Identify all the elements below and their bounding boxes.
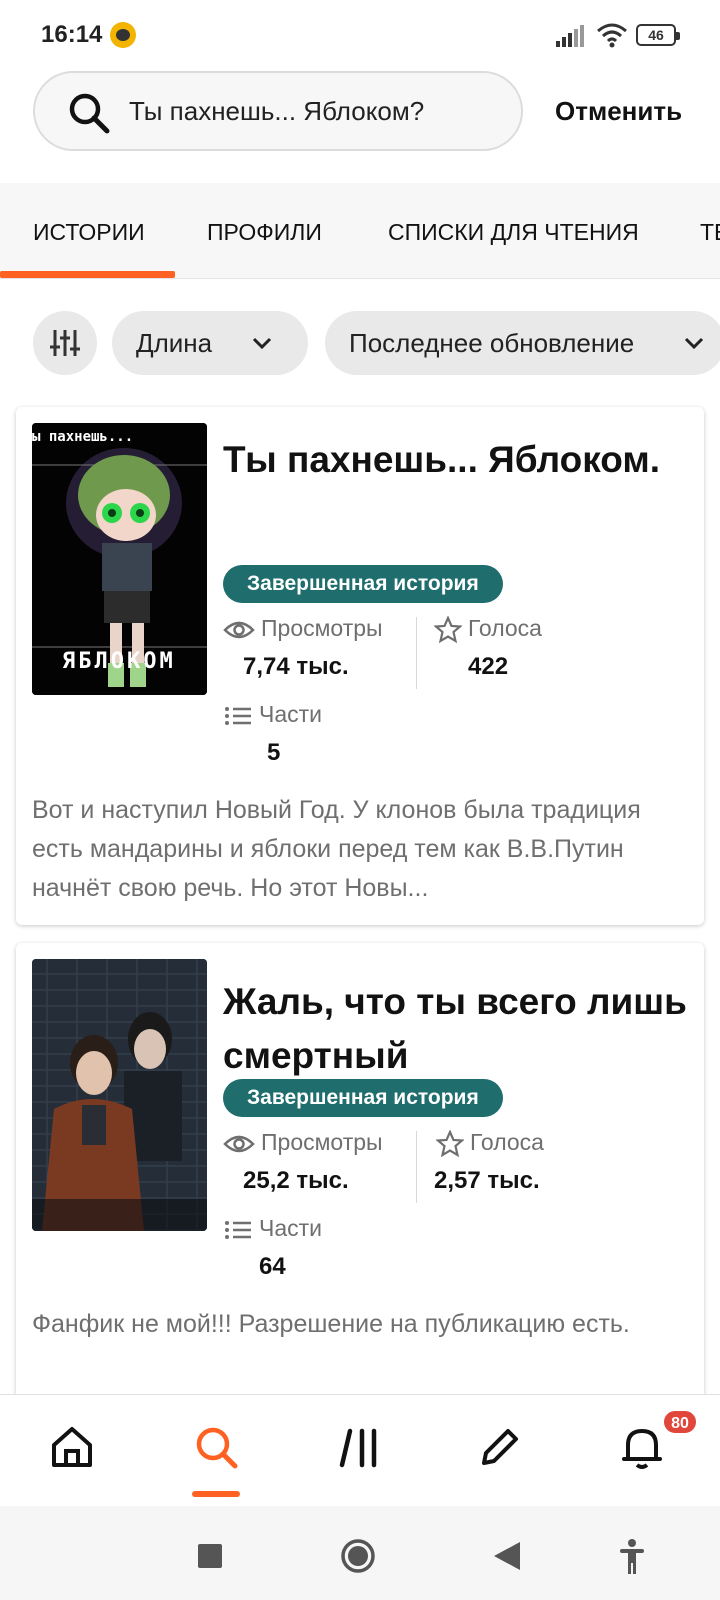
sliders-icon (50, 330, 80, 356)
signal-icon (556, 25, 584, 47)
recents-icon[interactable] (198, 1544, 222, 1568)
chevron-down-icon (684, 337, 704, 350)
votes-label: Голоса (470, 1129, 544, 1155)
list-icon (225, 1220, 251, 1239)
status-bar: 16:14 46 (0, 0, 720, 68)
cancel-button[interactable]: Отменить (555, 96, 682, 127)
length-filter-label: Длина (136, 328, 213, 358)
votes-value: 422 (468, 653, 509, 680)
views-value: 25,2 тыс. (243, 1167, 349, 1194)
stat-divider (416, 617, 417, 689)
list-icon (225, 706, 251, 725)
story-description: Фанфик не мой!!! Разрешение на публикаци… (32, 1310, 630, 1338)
eye-icon (223, 1135, 255, 1153)
sort-filter-dropdown[interactable]: Последнее обновление (325, 311, 720, 375)
views-label: Просмотры (261, 1129, 383, 1155)
story-cover-image[interactable] (32, 959, 207, 1231)
tab-stories[interactable]: ИСТОРИИ (33, 219, 145, 246)
stat-divider (416, 1131, 417, 1203)
home-circle-icon[interactable] (340, 1538, 376, 1574)
votes-label: Голоса (468, 615, 542, 641)
active-tab-indicator (0, 271, 175, 278)
tab-tags[interactable]: ТЕ (700, 219, 720, 246)
result-tabs: ИСТОРИИ ПРОФИЛИ СПИСКИ ДЛЯ ЧТЕНИЯ ТЕ (0, 183, 720, 279)
accessibility-icon[interactable] (618, 1538, 646, 1574)
story-card[interactable]: Жаль, что ты всего лишь смертный Заверше… (16, 943, 704, 1413)
story-title[interactable]: Жаль, что ты всего лишь смертный (223, 975, 693, 1083)
parts-value: 5 (267, 739, 281, 766)
notification-count-badge: 80 (662, 1409, 698, 1435)
wifi-icon (597, 23, 627, 48)
cover-artwork (32, 959, 207, 1231)
parts-label: Части (259, 1215, 323, 1241)
home-icon[interactable] (48, 1423, 96, 1471)
cover-title-top: ы пахнешь... (32, 429, 134, 445)
story-card[interactable]: ы пахнешь... ЯБЛОКОМ Ты пахнешь... Яблок… (16, 407, 704, 925)
story-description: Вот и наступил Новый Год. У клонов была … (32, 796, 641, 902)
length-filter-dropdown[interactable]: Длина (112, 311, 308, 375)
story-cover-image[interactable]: ы пахнешь... ЯБЛОКОМ (32, 423, 207, 695)
tab-profiles[interactable]: ПРОФИЛИ (207, 219, 322, 246)
votes-value: 2,57 тыс. (434, 1167, 540, 1194)
status-badge: Завершенная история (223, 565, 503, 603)
battery-indicator: 46 (636, 24, 680, 46)
search-icon (69, 93, 110, 134)
filter-settings-button[interactable] (33, 311, 97, 375)
back-icon[interactable] (494, 1542, 520, 1570)
chevron-down-icon (252, 337, 272, 350)
system-navigation-bar (0, 1506, 720, 1600)
notifications-icon[interactable] (618, 1423, 666, 1471)
search-query-text: Ты пахнешь... Яблоком? (129, 96, 425, 126)
library-icon[interactable] (336, 1423, 384, 1471)
cover-title-bottom: ЯБЛОКОМ (62, 649, 176, 674)
active-nav-indicator (192, 1491, 240, 1497)
views-label: Просмотры (261, 615, 383, 641)
status-badge: Завершенная история (223, 1079, 503, 1117)
parts-label: Части (259, 701, 323, 727)
sort-filter-label: Последнее обновление (349, 328, 635, 358)
star-icon (435, 1129, 465, 1158)
views-value: 7,74 тыс. (243, 653, 349, 680)
story-title[interactable]: Ты пахнешь... Яблоком. (223, 433, 693, 487)
app-notification-icon (110, 22, 136, 48)
eye-icon (223, 621, 255, 639)
search-icon[interactable] (192, 1423, 240, 1471)
status-time: 16:14 (41, 21, 103, 48)
parts-value: 64 (259, 1253, 286, 1280)
bottom-navigation: 80 (0, 1394, 720, 1506)
write-icon[interactable] (476, 1423, 524, 1471)
search-input[interactable]: Ты пахнешь... Яблоком? (33, 71, 523, 151)
tab-reading-lists[interactable]: СПИСКИ ДЛЯ ЧТЕНИЯ (388, 219, 639, 246)
star-icon (433, 615, 463, 644)
